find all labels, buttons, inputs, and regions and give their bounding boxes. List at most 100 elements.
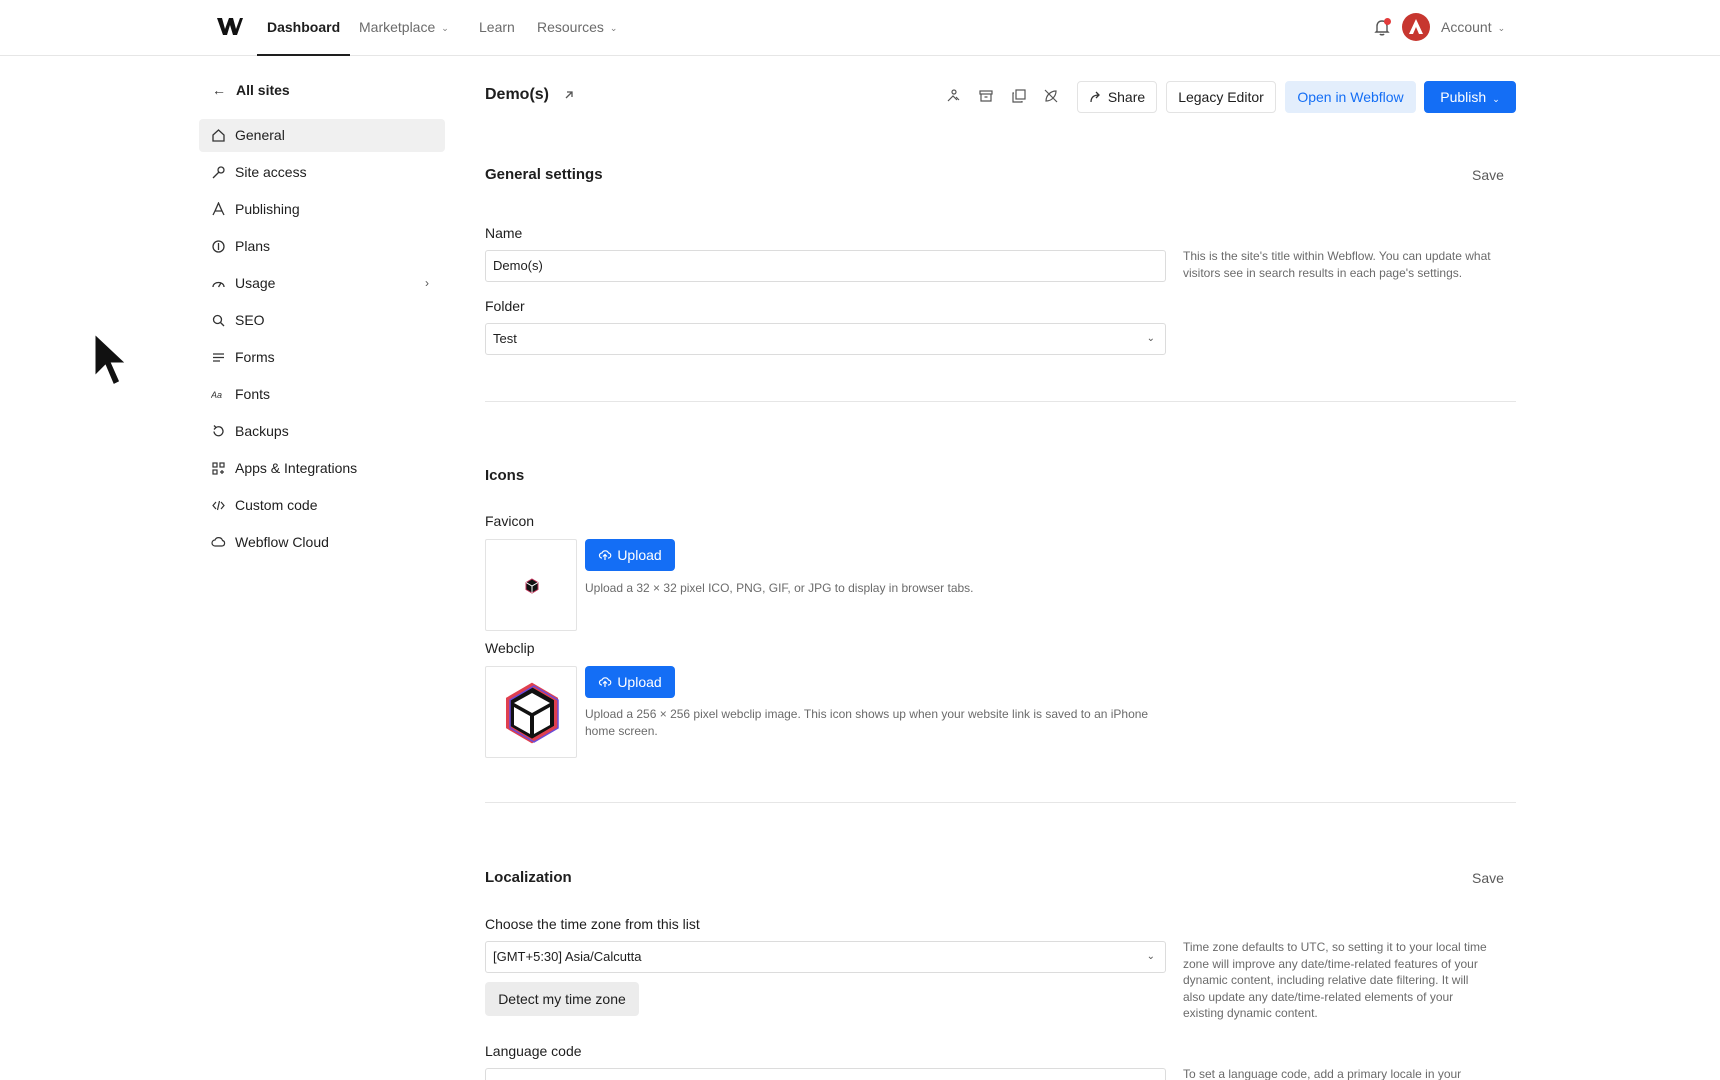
forms-icon — [213, 353, 224, 362]
share-arrow-icon — [1090, 91, 1100, 103]
cloud-icon — [211, 537, 226, 547]
share-label: Share — [1107, 89, 1146, 105]
publish-button[interactable]: Publish ⌄ — [1424, 81, 1516, 113]
general-save-button[interactable]: Save — [1460, 159, 1516, 191]
user-avatar[interactable] — [1402, 13, 1430, 41]
open-in-webflow-button[interactable]: Open in Webflow — [1285, 81, 1416, 113]
sidebar-item-label: Usage — [235, 275, 276, 291]
publish-label: Publish — [1440, 89, 1487, 105]
sidebar-item-forms[interactable]: Forms — [199, 341, 445, 374]
code-icon — [212, 500, 225, 511]
nav-resources-label: Resources — [537, 19, 604, 35]
sidebar-item-apps-integrations[interactable]: Apps & Integrations — [199, 452, 445, 485]
account-menu[interactable]: Account ⌄ — [1441, 0, 1505, 56]
webclip-label: Webclip — [485, 640, 535, 656]
sidebar-item-label: Apps & Integrations — [235, 460, 358, 476]
legacy-editor-button[interactable]: Legacy Editor — [1166, 81, 1276, 113]
webclip-upload-button[interactable]: Upload — [585, 666, 675, 698]
sidebar-item-general[interactable]: General — [199, 119, 445, 152]
timezone-label: Choose the time zone from this list — [485, 916, 700, 932]
webclip-hint-text: Upload a 256 × 256 pixel webclip image. … — [585, 707, 1149, 738]
plans-icon — [212, 240, 225, 253]
duplicate-icon[interactable] — [1011, 88, 1027, 104]
all-sites-back-link[interactable]: ← All sites — [212, 80, 290, 100]
language-code-input[interactable] — [485, 1068, 1166, 1080]
mouse-cursor-icon — [92, 330, 132, 389]
sidebar-item-label: Webflow Cloud — [235, 534, 329, 550]
timezone-value: [GMT+5:30] Asia/Calcutta — [493, 949, 642, 964]
nav-marketplace-label: Marketplace — [359, 19, 436, 35]
unpublish-icon[interactable] — [1043, 88, 1059, 104]
sidebar-item-backups[interactable]: Backups — [199, 415, 445, 448]
account-label: Account — [1441, 19, 1492, 35]
sidebar-item-label: Fonts — [235, 386, 271, 402]
favicon-cube-icon — [525, 578, 539, 594]
search-icon — [212, 314, 225, 327]
language-code-help-text: To set a language code, add a primary lo… — [1183, 1067, 1462, 1080]
name-help-text: This is the site's title within Webflow.… — [1183, 249, 1491, 280]
sidebar-item-custom-code[interactable]: Custom code — [199, 489, 445, 522]
sidebar-item-webflow-cloud[interactable]: Webflow Cloud — [199, 526, 445, 559]
notification-dot — [1384, 18, 1391, 25]
detect-time-zone-button[interactable]: Detect my time zone — [485, 982, 639, 1016]
svg-text:Aa: Aa — [211, 390, 222, 400]
sidebar-item-seo[interactable]: SEO — [199, 304, 445, 337]
sidebar-item-label: Forms — [235, 349, 275, 365]
upload-cloud-icon — [599, 677, 612, 687]
chevron-down-icon: ⌄ — [609, 23, 618, 34]
arrow-left-icon: ← — [212, 82, 226, 98]
home-icon — [212, 129, 225, 142]
all-sites-label: All sites — [236, 82, 290, 98]
rocket-icon — [212, 202, 225, 216]
chevron-down-icon: ⌄ — [1492, 94, 1500, 104]
backup-icon — [213, 425, 224, 437]
sidebar-item-label: Site access — [235, 164, 307, 180]
nav-tab-learn[interactable]: Learn — [479, 0, 515, 56]
upload-label: Upload — [617, 674, 662, 690]
page-title: Demo(s) — [485, 86, 550, 103]
localization-title: Localization — [485, 869, 572, 886]
archive-icon[interactable] — [978, 88, 994, 104]
folder-value: Test — [493, 331, 517, 346]
top-navigation-bar: Dashboard Marketplace ⌄ Learn Resources ⌄ … — [0, 0, 1720, 56]
share-button[interactable]: Share — [1077, 81, 1157, 113]
sidebar-item-label: Plans — [235, 238, 271, 254]
fonts-icon: Aa — [211, 390, 222, 400]
webclip-cube-icon — [506, 682, 559, 744]
chevron-down-icon: ⌄ — [1146, 333, 1155, 344]
sidebar-item-fonts[interactable]: Aa Fonts — [199, 378, 445, 411]
name-label: Name — [485, 225, 523, 241]
favicon-upload-button[interactable]: Upload — [585, 539, 675, 571]
webflow-logo-icon[interactable] — [216, 15, 244, 37]
localization-save-button[interactable]: Save — [1460, 862, 1516, 894]
chevron-right-icon: › — [425, 276, 429, 290]
nav-tab-resources[interactable]: Resources ⌄ — [537, 0, 617, 56]
site-name-value: Demo(s) — [493, 258, 543, 273]
nav-tab-dashboard[interactable]: Dashboard — [257, 0, 351, 56]
sidebar-item-site-access[interactable]: Site access — [199, 156, 445, 189]
sidebar-item-label: Backups — [235, 423, 289, 439]
favicon-label: Favicon — [485, 513, 535, 529]
general-settings-title: General settings — [485, 166, 603, 183]
section-divider — [485, 401, 1516, 402]
sidebar-item-usage[interactable]: Usage › — [199, 267, 445, 300]
sidebar-item-label: General — [235, 127, 285, 143]
folder-select[interactable]: Test ⌄ — [485, 323, 1166, 355]
nav-tab-marketplace[interactable]: Marketplace ⌄ — [359, 0, 449, 56]
external-link-icon[interactable] — [562, 88, 576, 102]
apps-icon — [212, 462, 225, 475]
section-divider — [485, 802, 1516, 803]
transfer-icon[interactable] — [945, 88, 961, 104]
chevron-down-icon: ⌄ — [1497, 23, 1506, 34]
sidebar-item-label: Custom code — [235, 497, 318, 513]
site-name-input[interactable]: Demo(s) — [485, 250, 1166, 282]
key-icon — [212, 166, 225, 179]
timezone-help-text: Time zone defaults to UTC, so setting it… — [1183, 940, 1487, 1020]
timezone-select[interactable]: [GMT+5:30] Asia/Calcutta ⌄ — [485, 941, 1166, 973]
sidebar-item-plans[interactable]: Plans — [199, 230, 445, 263]
gauge-icon — [212, 281, 225, 288]
folder-label: Folder — [485, 298, 525, 314]
sidebar-item-publishing[interactable]: Publishing — [199, 193, 445, 226]
webclip-preview — [485, 666, 577, 758]
chevron-down-icon: ⌄ — [1146, 951, 1155, 962]
